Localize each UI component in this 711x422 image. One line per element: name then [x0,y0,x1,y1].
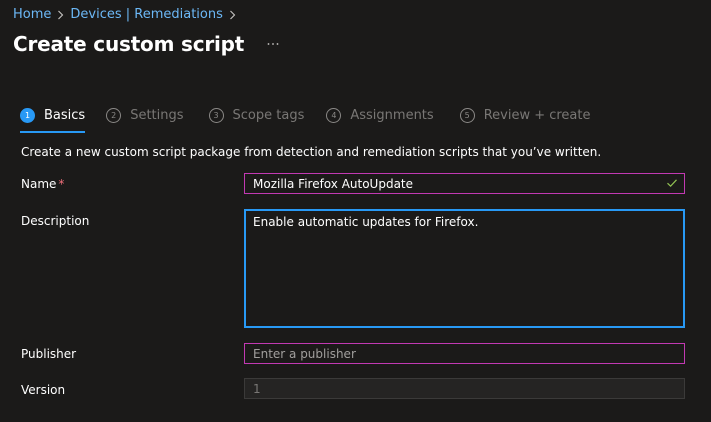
tab-label: Settings [130,107,184,123]
required-indicator: * [58,177,65,191]
breadcrumb-home[interactable]: Home [13,7,51,22]
title-row: Create custom script [13,32,282,56]
publisher-input[interactable] [244,343,685,364]
version-input [244,378,685,399]
tab-scope-tags[interactable]: 3 Scope tags [208,104,305,126]
tab-settings[interactable]: 2 Settings [106,104,184,126]
publisher-label: Publisher [21,347,77,361]
step-number-badge: 3 [208,107,224,123]
tab-basics[interactable]: 1 Basics [20,104,86,133]
step-number-badge: 5 [459,107,475,123]
page-title: Create custom script [13,32,245,56]
tab-label: Basics [44,107,86,123]
more-icon [267,43,279,45]
name-label-text: Name [21,177,57,191]
chevron-right-icon [51,8,70,22]
tab-label: Assignments [350,107,434,123]
check-icon [667,179,677,188]
tab-review-create[interactable]: 5 Review + create [459,104,591,126]
version-label: Version [21,383,66,397]
step-number-badge: 4 [326,107,342,123]
tab-assignments[interactable]: 4 Assignments [326,104,434,126]
description-label: Description [21,214,90,228]
tab-label: Review + create [483,107,591,123]
breadcrumb: Home Devices | Remediations [13,7,242,22]
wizard-tabs: 1 Basics 2 Settings 3 Scope tags 4 Assig… [20,104,591,133]
chevron-right-icon [223,8,242,22]
step-number-badge: 1 [20,107,35,123]
tab-label: Scope tags [232,107,305,123]
name-input[interactable] [244,173,685,194]
breadcrumb-devices-remediations[interactable]: Devices | Remediations [70,7,223,22]
description-textarea[interactable]: Enable automatic updates for Firefox. [244,209,685,328]
intro-text: Create a new custom script package from … [21,145,602,159]
name-label: Name * [21,177,64,191]
more-options-button[interactable] [264,35,282,53]
step-number-badge: 2 [106,107,122,123]
